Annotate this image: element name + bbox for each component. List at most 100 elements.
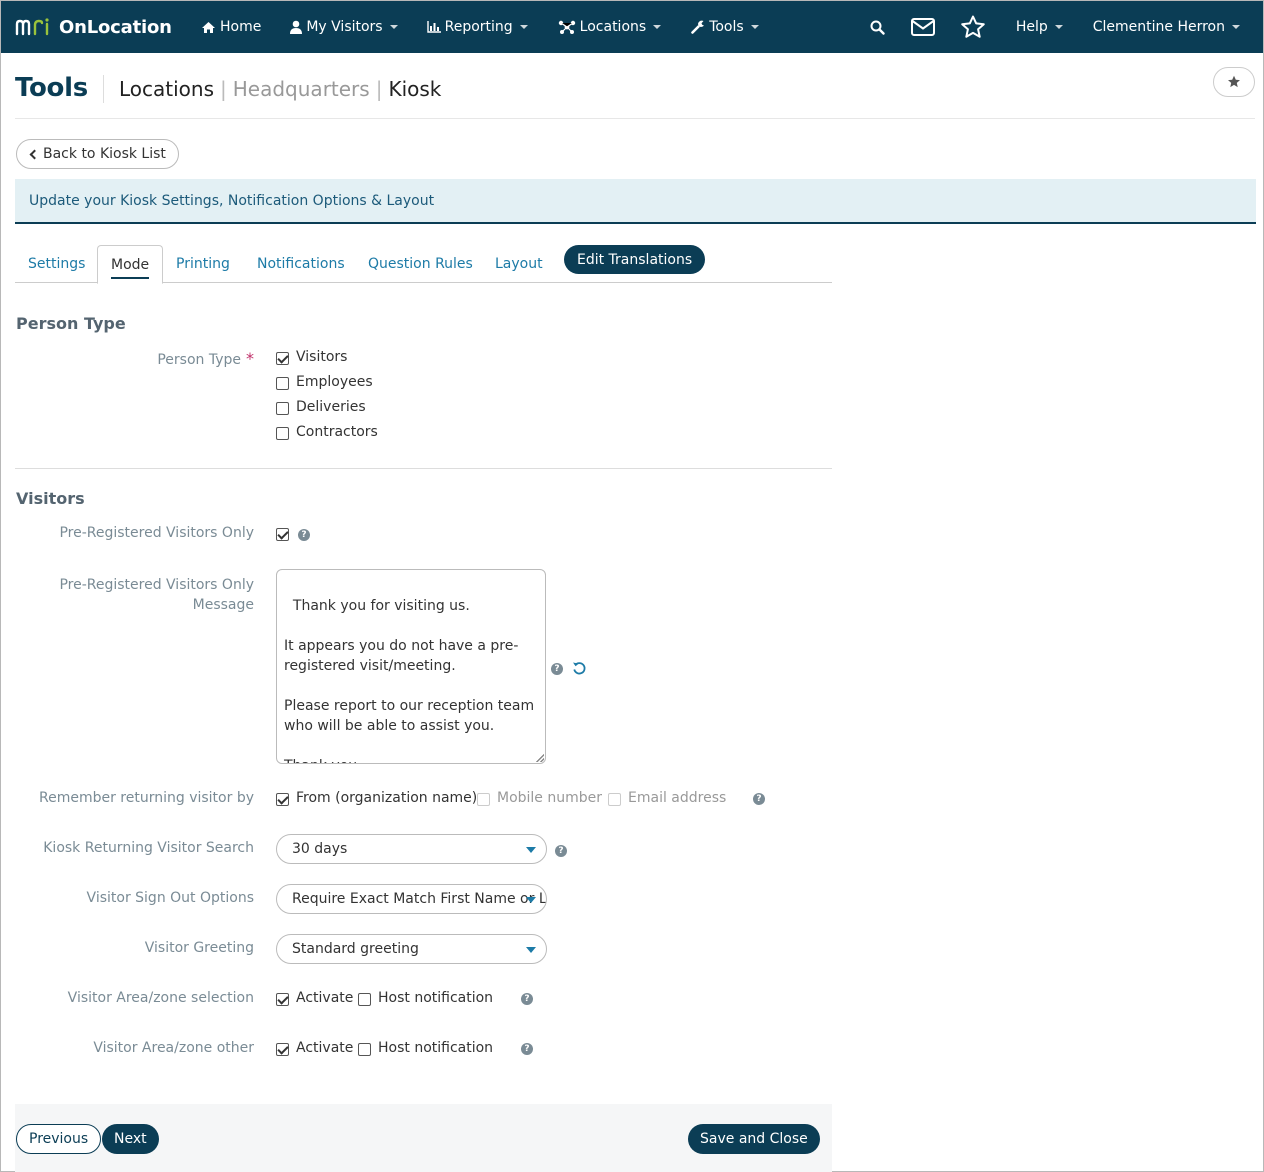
tab-layout[interactable]: Layout xyxy=(482,245,556,283)
edit-translations-label: Edit Translations xyxy=(577,251,693,268)
area-other-activate-label[interactable]: Activate xyxy=(296,1040,353,1056)
help-icon[interactable]: ? xyxy=(555,845,567,857)
chevron-down-icon xyxy=(389,25,398,29)
remember-email-checkbox[interactable] xyxy=(608,793,621,806)
brand[interactable]: OnLocation xyxy=(15,17,185,38)
nav-home[interactable]: Home xyxy=(201,19,261,35)
signout-options-value: Require Exact Match First Name or La xyxy=(292,891,547,907)
tab-question-rules[interactable]: Question Rules xyxy=(355,245,486,283)
resize-handle-icon[interactable] xyxy=(536,754,544,762)
person-type-deliveries-checkbox[interactable] xyxy=(276,402,289,415)
add-favorite-button[interactable] xyxy=(1213,67,1255,97)
brand-name: OnLocation xyxy=(59,16,172,38)
remember-mobile-checkbox[interactable] xyxy=(477,793,490,806)
envelope-icon xyxy=(910,18,935,36)
nav-tools-label: Tools xyxy=(709,19,744,35)
returning-search-value: 30 days xyxy=(292,841,348,857)
area-selection-host-notification-checkbox[interactable] xyxy=(358,993,371,1006)
chevron-down-icon xyxy=(653,25,662,29)
visitor-greeting-label: Visitor Greeting xyxy=(144,940,254,956)
nav-user-name: Clementine Herron xyxy=(1092,19,1225,35)
breadcrumb-separator: | xyxy=(375,77,383,101)
tab-notifications[interactable]: Notifications xyxy=(244,245,358,283)
info-bar-text: Update your Kiosk Settings, Notification… xyxy=(29,192,435,209)
returning-search-select[interactable]: 30 days xyxy=(276,834,547,864)
pre-registered-message-label-line1: Pre-Registered Visitors Only xyxy=(59,577,254,593)
pre-registered-message-label-line2: Message xyxy=(192,597,254,613)
save-and-close-button[interactable]: Save and Close xyxy=(688,1124,820,1154)
person-type-employees-checkbox[interactable] xyxy=(276,377,289,390)
nav-tools[interactable]: Tools xyxy=(691,19,759,35)
network-icon xyxy=(558,20,575,34)
area-other-activate-checkbox[interactable] xyxy=(276,1043,289,1056)
help-icon[interactable]: ? xyxy=(521,1043,533,1055)
help-icon[interactable]: ? xyxy=(753,793,765,805)
area-selection-activate-label[interactable]: Activate xyxy=(296,990,353,1006)
remember-organization-checkbox[interactable] xyxy=(276,793,289,806)
required-marker: * xyxy=(246,349,254,368)
nav-my-visitors[interactable]: My Visitors xyxy=(290,19,398,35)
person-type-contractors-label[interactable]: Contractors xyxy=(296,424,378,440)
breadcrumb-headquarters[interactable]: Headquarters xyxy=(233,77,370,101)
favorites-button[interactable] xyxy=(948,1,998,53)
person-type-deliveries-label[interactable]: Deliveries xyxy=(296,399,366,415)
tab-settings[interactable]: Settings xyxy=(15,245,98,283)
breadcrumb-locations[interactable]: Locations xyxy=(119,77,214,101)
remember-email-label: Email address xyxy=(628,790,727,806)
person-type-employees-label[interactable]: Employees xyxy=(296,374,373,390)
star-icon xyxy=(1228,75,1240,88)
dropdown-arrow-icon xyxy=(526,947,536,953)
home-icon xyxy=(202,21,215,33)
pre-registered-message-text: Thank you for visiting us. It appears yo… xyxy=(284,598,535,763)
area-selection-host-notification-label[interactable]: Host notification xyxy=(378,990,493,1006)
nav-user-menu[interactable]: Clementine Herron xyxy=(1093,19,1240,35)
area-selection-activate-checkbox[interactable] xyxy=(276,993,289,1006)
signout-options-label: Visitor Sign Out Options xyxy=(86,890,254,906)
nav-reporting[interactable]: Reporting xyxy=(426,19,528,35)
search-button[interactable] xyxy=(858,1,898,53)
reset-icon[interactable] xyxy=(572,661,587,676)
pre-registered-only-checkbox[interactable] xyxy=(276,528,289,541)
visitor-greeting-select[interactable]: Standard greeting xyxy=(276,934,547,964)
tab-printing[interactable]: Printing xyxy=(163,245,243,283)
tab-layout-label: Layout xyxy=(495,256,543,272)
nav-my-visitors-label: My Visitors xyxy=(306,19,383,35)
previous-button[interactable]: Previous xyxy=(16,1124,102,1154)
help-icon[interactable]: ? xyxy=(551,663,563,675)
person-type-visitors-checkbox[interactable] xyxy=(276,352,289,365)
breadcrumb-separator: | xyxy=(220,77,227,101)
person-type-contractors-checkbox[interactable] xyxy=(276,427,289,440)
area-other-host-notification-checkbox[interactable] xyxy=(358,1043,371,1056)
help-icon[interactable]: ? xyxy=(521,993,533,1005)
edit-translations-button[interactable]: Edit Translations xyxy=(564,245,706,274)
remember-organization-label[interactable]: From (organization name) xyxy=(296,790,477,806)
remember-mobile-label: Mobile number xyxy=(497,790,603,806)
chevron-down-icon xyxy=(750,25,759,29)
visitor-greeting-value: Standard greeting xyxy=(292,941,419,957)
area-other-host-notification-label[interactable]: Host notification xyxy=(378,1040,493,1056)
pre-registered-message-textarea[interactable]: Thank you for visiting us. It appears yo… xyxy=(276,569,546,764)
next-button-label: Next xyxy=(114,1131,147,1147)
remember-returning-label: Remember returning visitor by xyxy=(38,790,254,806)
back-to-kiosk-list-button[interactable]: Back to Kiosk List xyxy=(16,139,179,169)
back-button-label: Back to Kiosk List xyxy=(43,146,166,162)
nav-help-label: Help xyxy=(1015,19,1048,35)
nav-home-label: Home xyxy=(220,19,262,35)
star-icon xyxy=(961,15,985,38)
tab-question-rules-label: Question Rules xyxy=(368,256,473,272)
person-type-visitors-label[interactable]: Visitors xyxy=(296,349,347,365)
visitors-section-title: Visitors xyxy=(16,489,85,508)
tab-mode-label: Mode xyxy=(111,257,150,279)
top-navbar: OnLocation Home My Visitors Reporting Lo… xyxy=(1,1,1263,53)
nav-help[interactable]: Help xyxy=(1016,19,1063,35)
help-icon[interactable]: ? xyxy=(298,529,310,541)
wrench-icon xyxy=(691,20,705,34)
area-other-label: Visitor Area/zone other xyxy=(93,1040,254,1056)
signout-options-select[interactable]: Require Exact Match First Name or La xyxy=(276,884,547,914)
messages-button[interactable] xyxy=(898,1,948,53)
next-button[interactable]: Next xyxy=(102,1124,159,1154)
chevron-down-icon xyxy=(1054,25,1063,29)
tab-mode[interactable]: Mode xyxy=(97,245,164,284)
search-icon xyxy=(870,20,886,35)
nav-locations[interactable]: Locations xyxy=(558,19,662,35)
